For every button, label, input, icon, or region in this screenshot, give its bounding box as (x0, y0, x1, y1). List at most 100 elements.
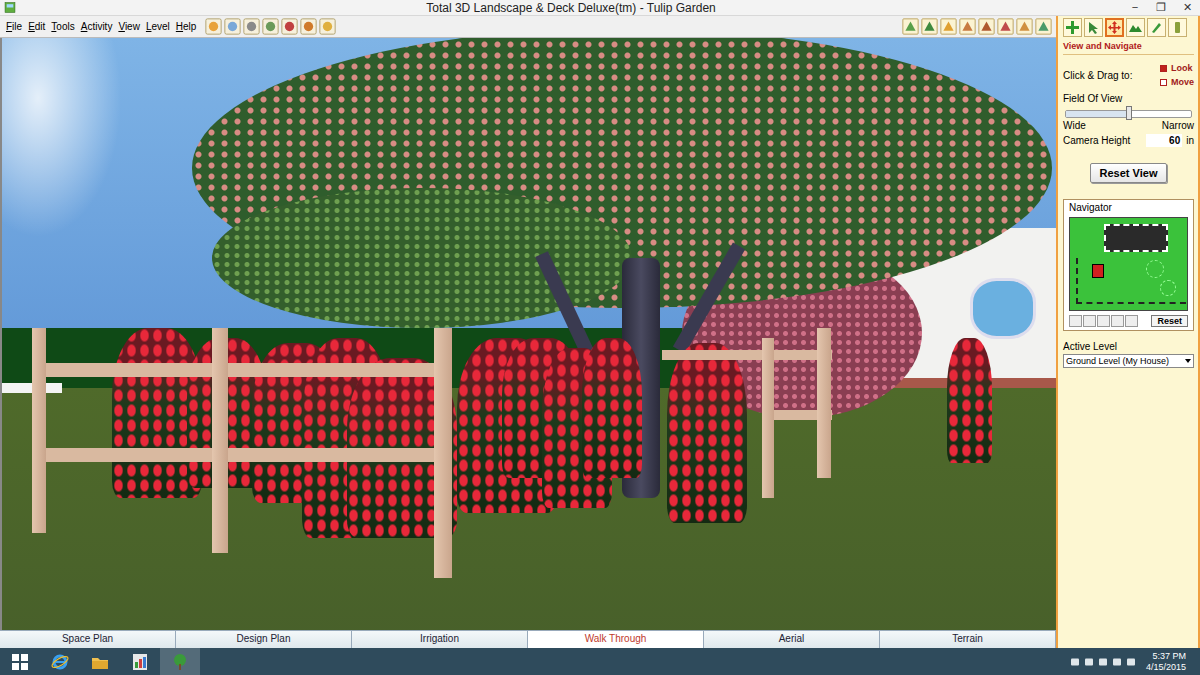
view-tab[interactable]: Aerial (704, 631, 880, 648)
tray-item[interactable] (1112, 657, 1122, 667)
tool-icon (921, 18, 938, 35)
clock-date: 4/15/2015 (1146, 662, 1186, 673)
view-tab[interactable]: Space Plan (0, 631, 176, 648)
menu-item[interactable]: Help (173, 21, 200, 32)
palette-tool[interactable] (1126, 18, 1145, 37)
clock-time: 5:37 PM (1152, 651, 1186, 662)
toolbar-button[interactable] (319, 18, 336, 35)
house-window (970, 278, 1036, 339)
cloud (2, 38, 122, 238)
option-label[interactable]: Move (1171, 77, 1194, 87)
paint-icon (1149, 20, 1164, 35)
tool-icon (1035, 18, 1052, 35)
menu-item[interactable]: Activity (78, 21, 116, 32)
view-tab[interactable]: Terrain (880, 631, 1056, 648)
active-level-value[interactable]: Ground Level (My House) (1066, 356, 1183, 366)
taskbar-button[interactable] (120, 648, 160, 675)
menu-item[interactable]: Tools (48, 21, 77, 32)
toolbar-button[interactable] (281, 18, 298, 35)
menu-item[interactable]: Edit (25, 21, 48, 32)
option-label[interactable]: Look (1171, 63, 1193, 73)
move-icon (1107, 20, 1122, 35)
palette-tool[interactable] (1147, 18, 1166, 37)
battery-icon (1126, 657, 1136, 667)
main: FileEditToolsActivityViewLevelHelp Space … (0, 16, 1200, 648)
workspace: FileEditToolsActivityViewLevelHelp Space … (0, 16, 1056, 648)
toolbar-button[interactable] (959, 18, 976, 35)
reset-view-button[interactable]: Reset View (1090, 163, 1168, 183)
fov-ends: WideNarrow (1063, 120, 1194, 131)
tool-icon (300, 18, 317, 35)
toolbar-button[interactable] (940, 18, 957, 35)
minimize-button[interactable]: − (1122, 0, 1148, 15)
toolbar-button[interactable] (262, 18, 279, 35)
taskbar-button[interactable] (80, 648, 120, 675)
toolbar-button[interactable] (997, 18, 1014, 35)
navigator-tool-button[interactable] (1111, 315, 1124, 327)
title-bar: Total 3D Landscape & Deck Deluxe(tm) - T… (0, 0, 1200, 16)
camera-label: Camera Height (1063, 135, 1130, 146)
toolbar-button[interactable] (243, 18, 260, 35)
taskbar-button[interactable] (0, 648, 40, 675)
option-box[interactable] (1160, 65, 1167, 72)
toolbar-right (902, 18, 1052, 35)
close-button[interactable]: ✕ (1174, 0, 1200, 15)
menu-item[interactable]: Level (143, 21, 173, 32)
toolbar-button[interactable] (1016, 18, 1033, 35)
fov-thumb[interactable] (1126, 106, 1132, 120)
fov-slider[interactable] (1065, 110, 1192, 118)
palette-tool[interactable] (1168, 18, 1187, 37)
toolbar-button[interactable] (224, 18, 241, 35)
camera-marker (1092, 264, 1104, 278)
palette-tool[interactable] (1063, 18, 1082, 37)
drag-option[interactable]: Look (1160, 63, 1194, 73)
navigator-tool-button[interactable] (1083, 315, 1096, 327)
view-panel: View and NavigateClick & Drag to:LookMov… (1056, 16, 1200, 648)
select-arrow-icon (1086, 20, 1101, 35)
active-level-select[interactable]: Ground Level (My House) (1063, 354, 1194, 368)
taskbar-button[interactable] (40, 648, 80, 675)
tray-item[interactable] (1098, 657, 1108, 667)
tool-icon (959, 18, 976, 35)
view-tab[interactable]: Walk Through (528, 631, 704, 648)
navigator-map[interactable] (1069, 217, 1188, 311)
view-tab[interactable]: Design Plan (176, 631, 352, 648)
app-icon-wrap (4, 2, 16, 13)
toolbar (205, 18, 336, 35)
palette-tool[interactable] (1084, 18, 1103, 37)
panel-title: View and Navigate (1063, 41, 1194, 55)
toolbar-button[interactable] (300, 18, 317, 35)
tray-item[interactable] (1070, 657, 1080, 667)
view-tab[interactable]: Irrigation (352, 631, 528, 648)
window-controls: −❐✕ (1122, 0, 1200, 15)
app-icon (130, 652, 150, 672)
restore-button[interactable]: ❐ (1148, 0, 1174, 15)
drag-option[interactable]: Move (1160, 77, 1194, 87)
up-arrow-icon (1070, 657, 1080, 667)
plant-mark (1160, 280, 1176, 296)
fence-post (212, 328, 228, 553)
toolbar-button[interactable] (902, 18, 919, 35)
toolbar-button[interactable] (1035, 18, 1052, 35)
tool-icon (262, 18, 279, 35)
navigator-tool-button[interactable] (1097, 315, 1110, 327)
taskbar-button[interactable] (160, 648, 200, 675)
tray-item[interactable] (1084, 657, 1094, 667)
option-box[interactable] (1160, 79, 1167, 86)
menu-item[interactable]: View (115, 21, 143, 32)
menu-item[interactable]: File (3, 21, 25, 32)
toolbar-button[interactable] (978, 18, 995, 35)
navigator-tool-button[interactable] (1125, 315, 1138, 327)
tool-icon (319, 18, 336, 35)
navigator-reset-button[interactable]: Reset (1151, 315, 1188, 327)
camera-input[interactable]: 60 (1146, 134, 1182, 147)
walkthrough-view[interactable] (0, 38, 1056, 630)
toolbar-button[interactable] (205, 18, 222, 35)
tool-icon (1016, 18, 1033, 35)
navigator-tool-button[interactable] (1069, 315, 1082, 327)
clock[interactable]: 5:37 PM4/15/2015 (1146, 651, 1186, 673)
fov-narrow: Narrow (1162, 120, 1194, 131)
palette-tool[interactable] (1105, 18, 1124, 37)
tray-item[interactable] (1126, 657, 1136, 667)
toolbar-button[interactable] (921, 18, 938, 35)
